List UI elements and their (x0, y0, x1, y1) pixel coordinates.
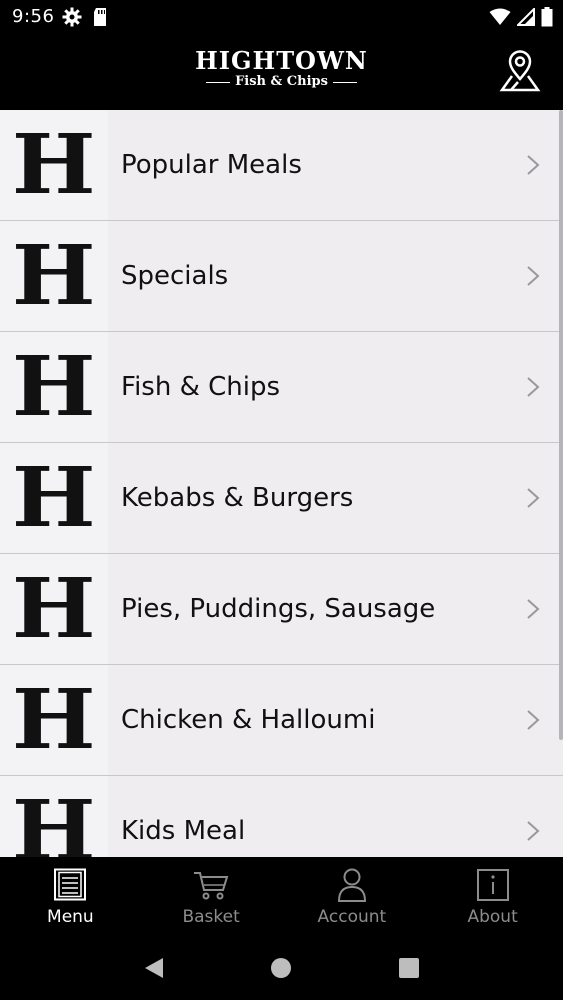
brand-divider-left (206, 81, 231, 83)
thumbnail-logo-letter: H (12, 450, 96, 546)
sd-card-icon (92, 7, 108, 31)
category-thumbnail: H (0, 443, 108, 553)
back-triangle-icon (143, 956, 165, 984)
home-circle-icon (270, 957, 292, 983)
location-button[interactable] (497, 49, 543, 95)
back-button[interactable] (129, 945, 179, 995)
status-left-icons (62, 7, 108, 31)
menu-list-icon (52, 867, 88, 903)
settings-icon (62, 7, 82, 31)
category-thumbnail: H (0, 332, 108, 442)
chevron-right-icon (518, 820, 548, 842)
brand-subtitle: Fish & Chips (235, 74, 328, 89)
thumbnail-logo-letter: H (12, 228, 96, 324)
tab-label: Basket (182, 907, 240, 927)
category-thumbnail: H (0, 665, 108, 775)
brand-divider-right (332, 81, 357, 83)
chevron-right-icon (518, 265, 548, 287)
battery-icon (541, 7, 553, 31)
list-scrollbar[interactable] (559, 110, 563, 740)
tab-label: Account (317, 907, 387, 927)
menu-item-label: Specials (121, 261, 229, 291)
recents-square-icon (398, 957, 420, 983)
thumbnail-logo-letter: H (12, 561, 96, 657)
brand-logo: HIGHTOWN Fish & Chips (0, 47, 563, 89)
signal-icon (515, 6, 535, 30)
tab-account[interactable]: Account (282, 857, 423, 940)
thumbnail-logo-letter: H (12, 783, 96, 857)
menu-item-label: Chicken & Halloumi (121, 705, 376, 735)
chevron-right-icon (518, 487, 548, 509)
menu-item-label: Kids Meal (121, 816, 246, 846)
brand-title: HIGHTOWN (195, 46, 368, 75)
thumbnail-logo-letter: H (12, 339, 96, 435)
tab-label: Menu (47, 907, 94, 927)
thumbnail-logo-letter: H (12, 672, 96, 768)
status-right-icons (489, 6, 553, 31)
menu-item-popular-meals[interactable]: H Popular Meals (0, 110, 563, 221)
menu-item-chicken-halloumi[interactable]: H Chicken & Halloumi (0, 665, 563, 776)
tab-label: About (467, 907, 518, 927)
status-bar: 9:56 (0, 0, 563, 33)
user-icon (336, 867, 368, 903)
menu-item-kebabs-burgers[interactable]: H Kebabs & Burgers (0, 443, 563, 554)
map-pin-icon (498, 48, 542, 96)
category-thumbnail: H (0, 221, 108, 331)
tab-about[interactable]: About (422, 857, 563, 940)
tab-menu[interactable]: Menu (0, 857, 141, 940)
category-thumbnail: H (0, 110, 108, 220)
menu-item-pies-puddings-sausage[interactable]: H Pies, Puddings, Sausage (0, 554, 563, 665)
menu-item-label: Fish & Chips (121, 372, 281, 402)
category-thumbnail: H (0, 776, 108, 857)
brand-subtitle-row: Fish & Chips (0, 75, 563, 89)
menu-item-fish-chips[interactable]: H Fish & Chips (0, 332, 563, 443)
chevron-right-icon (518, 376, 548, 398)
recents-button[interactable] (384, 945, 434, 995)
system-navigation-bar (0, 940, 563, 1000)
wifi-icon (489, 8, 511, 30)
menu-item-label: Pies, Puddings, Sausage (121, 594, 436, 624)
chevron-right-icon (518, 709, 548, 731)
category-thumbnail: H (0, 554, 108, 664)
thumbnail-logo-letter: H (12, 117, 96, 213)
cart-icon (192, 867, 230, 903)
menu-item-specials[interactable]: H Specials (0, 221, 563, 332)
app-header: HIGHTOWN Fish & Chips (0, 33, 563, 110)
chevron-right-icon (518, 154, 548, 176)
info-icon (476, 867, 510, 903)
menu-category-list[interactable]: H Popular Meals H Specials H Fish & Chip… (0, 110, 563, 857)
menu-item-kids-meal[interactable]: H Kids Meal (0, 776, 563, 857)
menu-item-label: Kebabs & Burgers (121, 483, 354, 513)
home-button[interactable] (256, 945, 306, 995)
chevron-right-icon (518, 598, 548, 620)
bottom-tab-bar: Menu Basket Account About (0, 857, 563, 940)
status-time: 9:56 (12, 6, 55, 27)
tab-basket[interactable]: Basket (141, 857, 282, 940)
menu-item-label: Popular Meals (121, 150, 302, 180)
